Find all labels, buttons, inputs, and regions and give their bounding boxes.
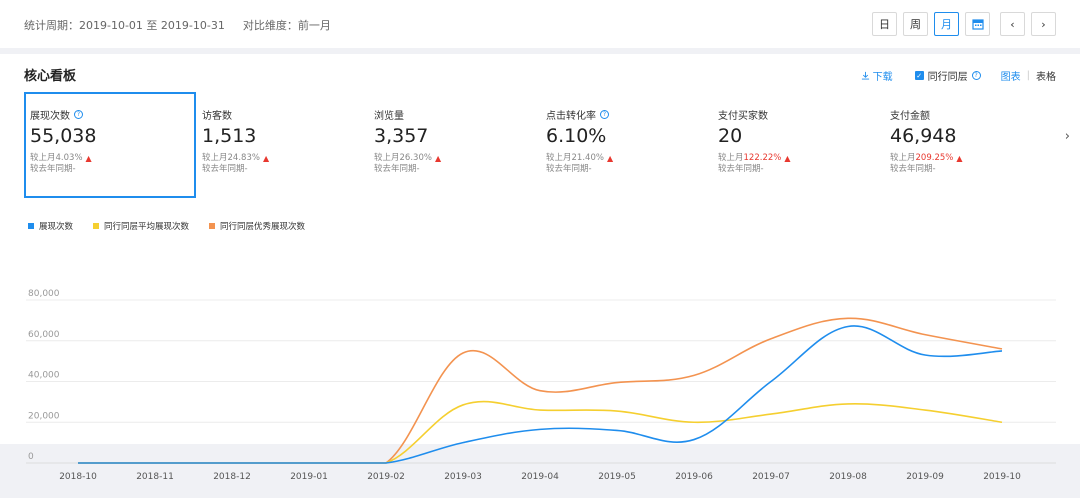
x-tick-label: 2018-10 <box>59 472 97 482</box>
calendar-button[interactable] <box>965 12 990 36</box>
prev-button[interactable]: ‹ <box>1000 12 1025 36</box>
y-tick-label: 60,000 <box>28 330 60 340</box>
peer-layer-toggle[interactable]: ✓ 同行同层 ? <box>914 68 981 83</box>
period-value: 2019-10-01 至 2019-10-31 <box>79 19 225 32</box>
period-label: 统计周期： <box>24 19 79 32</box>
x-tick-label: 2019-10 <box>983 472 1021 482</box>
x-tick-label: 2019-02 <box>367 472 405 482</box>
x-tick-label: 2018-12 <box>213 472 251 482</box>
y-tick-label: 0 <box>28 452 34 462</box>
series-line <box>78 317 1003 464</box>
y-tick-label: 20,000 <box>28 411 60 421</box>
x-tick-label: 2019-04 <box>521 472 559 482</box>
view-separator: | <box>1026 70 1030 81</box>
chart-view-link[interactable]: 图表 <box>1001 68 1021 83</box>
x-tick-label: 2019-08 <box>829 472 867 482</box>
period-info: 统计周期：2019-10-01 至 2019-10-31 对比维度：前一月 <box>24 17 331 33</box>
line-chart: 0 20,000 40,000 60,000 80,000 2018-10 2018-11 2… <box>26 289 1056 482</box>
next-button[interactable]: › <box>1031 12 1056 36</box>
table-view-link[interactable]: 表格 <box>1036 68 1056 83</box>
x-tick-label: 2019-07 <box>752 472 790 482</box>
compare-value: 前一月 <box>297 19 331 32</box>
compare-label: 对比维度： <box>242 19 298 32</box>
day-button[interactable]: 日 <box>872 12 897 36</box>
checkbox-checked-icon: ✓ <box>914 71 924 80</box>
panel-title: 核心看板 <box>24 69 77 84</box>
x-tick-label: 2019-09 <box>906 472 944 482</box>
x-tick-label: 2019-06 <box>675 472 713 482</box>
period-buttons: 日 周 月 ‹ › <box>872 12 1056 36</box>
x-tick-label: 2018-11 <box>136 472 174 482</box>
x-tick-label: 2019-01 <box>290 472 328 482</box>
y-tick-label: 40,000 <box>28 371 60 381</box>
core-dashboard-panel: 核心看板 下载 ✓ 同行同层 ? 图表 | 表格 展现次数? 55,038 较上月 4… <box>0 54 1080 482</box>
help-icon: ? <box>971 71 981 80</box>
month-button[interactable]: 月 <box>934 12 959 36</box>
panel-tools: 下载 ✓ 同行同层 ? 图表 | 表格 <box>861 68 1056 83</box>
x-tick-label: 2019-05 <box>598 472 636 482</box>
x-tick-label: 2019-03 <box>444 472 482 482</box>
calendar-icon <box>971 19 984 30</box>
download-icon <box>861 71 869 80</box>
peer-layer-label: 同行同层 <box>927 72 968 83</box>
download-link[interactable]: 下载 <box>861 68 893 83</box>
download-label: 下载 <box>872 72 893 83</box>
top-filter-bar: 统计周期：2019-10-01 至 2019-10-31 对比维度：前一月 日 周… <box>0 0 1080 48</box>
series-line <box>78 325 1003 464</box>
series-line <box>78 400 1003 464</box>
y-tick-label: 80,000 <box>28 289 60 299</box>
week-button[interactable]: 周 <box>903 12 928 36</box>
